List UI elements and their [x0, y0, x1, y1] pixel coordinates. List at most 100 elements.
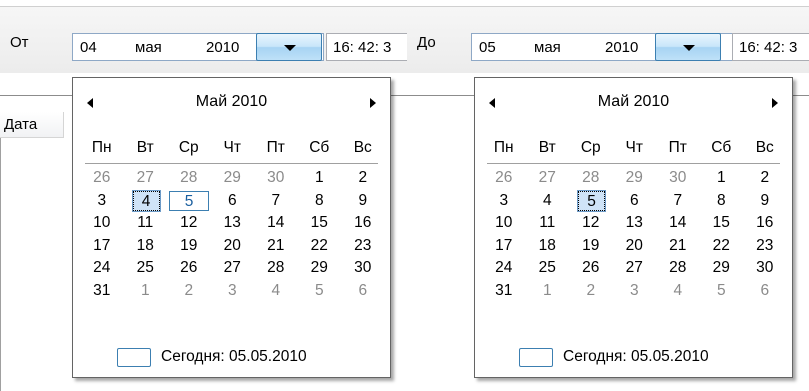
day-cell[interactable]: 12	[167, 213, 211, 233]
day-cell[interactable]: 13	[211, 213, 255, 233]
day-cell[interactable]: 5	[298, 281, 342, 301]
day-cell[interactable]: 2	[743, 168, 787, 188]
day-cell[interactable]: 15	[298, 213, 342, 233]
from-time[interactable]: 16: 42: 3	[333, 39, 391, 56]
day-cell[interactable]: 26	[482, 168, 526, 188]
day-cell[interactable]: 11	[526, 213, 570, 233]
day-cell[interactable]: 28	[167, 168, 211, 188]
day-cell[interactable]: 6	[341, 281, 385, 301]
today-link[interactable]: Сегодня: 05.05.2010	[563, 348, 709, 366]
calendar-month-title[interactable]: Май 2010	[475, 93, 792, 111]
day-cell[interactable]: 8	[298, 191, 342, 211]
to-time-field[interactable]: 16: 42: 3	[732, 33, 809, 61]
day-cell[interactable]: 9	[743, 191, 787, 211]
from-date-field[interactable]: 04 мая 2010	[72, 33, 324, 61]
day-cell[interactable]: 29	[211, 168, 255, 188]
day-cell[interactable]: 26	[569, 258, 613, 278]
day-cell[interactable]: 14	[656, 213, 700, 233]
day-cell[interactable]: 18	[124, 236, 168, 256]
day-cell[interactable]: 7	[656, 191, 700, 211]
day-cell[interactable]: 1	[298, 168, 342, 188]
day-cell[interactable]: 28	[656, 258, 700, 278]
day-cell[interactable]: 27	[613, 258, 657, 278]
day-cell[interactable]: 31	[80, 281, 124, 301]
day-cell[interactable]: 22	[298, 236, 342, 256]
day-cell[interactable]: 3	[482, 191, 526, 211]
day-cell[interactable]: 5	[700, 281, 744, 301]
from-month[interactable]: мая	[135, 39, 162, 56]
day-cell[interactable]: 21	[254, 236, 298, 256]
day-cell[interactable]: 16	[341, 213, 385, 233]
day-cell[interactable]: 2	[167, 281, 211, 301]
day-cell[interactable]: 3	[613, 281, 657, 301]
day-cell[interactable]: 29	[613, 168, 657, 188]
day-cell[interactable]: 24	[80, 258, 124, 278]
day-cell[interactable]: 30	[656, 168, 700, 188]
day-cell[interactable]: 19	[569, 236, 613, 256]
day-cell[interactable]: 29	[700, 258, 744, 278]
day-cell[interactable]: 8	[700, 191, 744, 211]
day-cell[interactable]: 15	[700, 213, 744, 233]
day-cell[interactable]: 3	[80, 191, 124, 211]
day-cell[interactable]: 21	[656, 236, 700, 256]
day-cell[interactable]: 30	[254, 168, 298, 188]
day-cell[interactable]: 6	[211, 191, 255, 211]
day-cell[interactable]: 23	[743, 236, 787, 256]
to-month[interactable]: мая	[534, 39, 561, 56]
day-cell[interactable]: 25	[526, 258, 570, 278]
day-cell[interactable]: 3	[211, 281, 255, 301]
day-cell[interactable]: 11	[124, 213, 168, 233]
today-footer[interactable]: Сегодня: 05.05.2010	[73, 346, 390, 370]
chevron-right-icon[interactable]	[370, 98, 376, 108]
today-footer[interactable]: Сегодня: 05.05.2010	[475, 346, 792, 370]
day-cell[interactable]: 6	[613, 191, 657, 211]
day-cell[interactable]: 31	[482, 281, 526, 301]
day-cell[interactable]: 13	[613, 213, 657, 233]
day-cell[interactable]: 1	[124, 281, 168, 301]
day-cell[interactable]: 28	[569, 168, 613, 188]
day-cell[interactable]: 10	[482, 213, 526, 233]
to-dropdown-button[interactable]	[655, 33, 721, 61]
day-cell[interactable]: 23	[341, 236, 385, 256]
day-cell[interactable]: 27	[124, 168, 168, 188]
calendar-month-title[interactable]: Май 2010	[73, 93, 390, 111]
day-cell[interactable]: 26	[80, 168, 124, 188]
day-cell[interactable]: 18	[526, 236, 570, 256]
day-cell[interactable]: 27	[211, 258, 255, 278]
day-cell[interactable]: 14	[254, 213, 298, 233]
from-time-field[interactable]: 16: 42: 3	[326, 33, 412, 61]
day-cell[interactable]: 2	[569, 281, 613, 301]
to-day[interactable]: 05	[479, 39, 496, 56]
today-link[interactable]: Сегодня: 05.05.2010	[161, 348, 307, 366]
day-cell[interactable]: 20	[211, 236, 255, 256]
day-cell[interactable]: 6	[743, 281, 787, 301]
day-cell[interactable]: 25	[124, 258, 168, 278]
day-cell[interactable]: 10	[80, 213, 124, 233]
day-cell[interactable]: 4	[526, 191, 570, 211]
to-date-field[interactable]: 05 мая 2010	[471, 33, 733, 61]
day-cell-today[interactable]: 5	[169, 190, 209, 211]
day-cell[interactable]: 30	[341, 258, 385, 278]
day-cell[interactable]: 30	[743, 258, 787, 278]
day-cell-selected[interactable]: 4	[131, 189, 161, 212]
day-cell[interactable]: 16	[743, 213, 787, 233]
day-cell[interactable]: 24	[482, 258, 526, 278]
day-cell[interactable]: 17	[482, 236, 526, 256]
from-dropdown-button[interactable]	[256, 33, 322, 61]
day-cell[interactable]: 26	[167, 258, 211, 278]
to-time[interactable]: 16: 42: 3	[739, 39, 797, 56]
to-year[interactable]: 2010	[605, 39, 638, 56]
from-day[interactable]: 04	[80, 39, 97, 56]
day-cell[interactable]: 22	[700, 236, 744, 256]
day-cell[interactable]: 29	[298, 258, 342, 278]
from-year[interactable]: 2010	[206, 39, 239, 56]
day-cell[interactable]: 28	[254, 258, 298, 278]
day-cell[interactable]: 4	[656, 281, 700, 301]
day-cell[interactable]: 4	[254, 281, 298, 301]
day-cell[interactable]: 1	[700, 168, 744, 188]
day-cell[interactable]: 20	[613, 236, 657, 256]
day-cell[interactable]: 7	[254, 191, 298, 211]
day-cell[interactable]: 2	[341, 168, 385, 188]
day-cell[interactable]: 27	[526, 168, 570, 188]
chevron-right-icon[interactable]	[772, 98, 778, 108]
